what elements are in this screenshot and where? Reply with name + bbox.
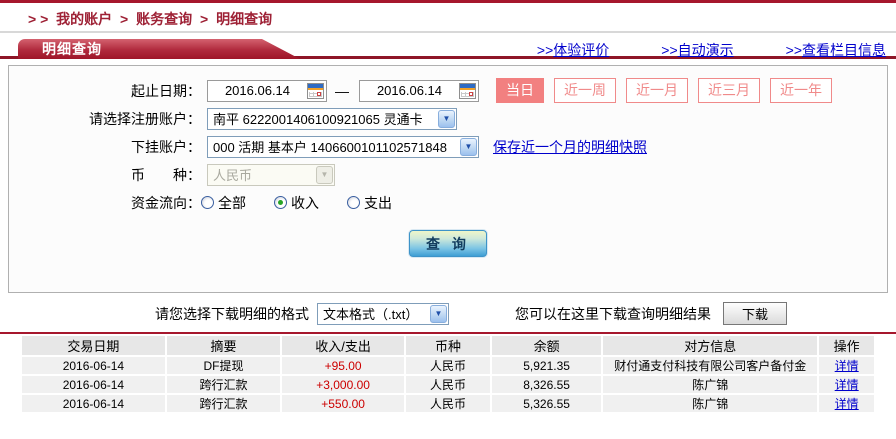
flow-option-expense-label: 支出 xyxy=(364,194,392,211)
date-range-dash: — xyxy=(335,82,349,99)
quick-range-week-button[interactable]: 近一周 xyxy=(554,78,616,103)
download-row: 请您选择下载明细的格式 文本格式（.txt） ▼ 您可以在这里下载查询明细结果 … xyxy=(0,302,896,325)
quick-range-year-button[interactable]: 近一年 xyxy=(770,78,832,103)
radio-checked-icon[interactable] xyxy=(274,196,287,209)
table-row: 2016-06-14 跨行汇款 +550.00 人民币 5,326.55 陈广锦… xyxy=(22,395,874,412)
cell-currency: 人民币 xyxy=(405,376,490,393)
cell-summary: 跨行汇款 xyxy=(166,376,281,393)
breadcrumb: > > 我的账户 > 账务查询 > 明细查询 xyxy=(0,3,896,31)
cell-balance: 8,326.55 xyxy=(491,376,602,393)
page-title: 明细查询 xyxy=(18,39,300,59)
cell-summary: 跨行汇款 xyxy=(166,395,281,412)
radio-unchecked-icon[interactable] xyxy=(201,196,214,209)
currency-value: 人民币 xyxy=(213,168,253,183)
cell-currency: 人民币 xyxy=(405,357,490,374)
cell-summary: DF提现 xyxy=(166,357,281,374)
cell-date: 2016-06-14 xyxy=(22,357,165,374)
cell-date: 2016-06-14 xyxy=(22,376,165,393)
cell-amount: +3,000.00 xyxy=(282,376,404,393)
flow-option-income-label: 收入 xyxy=(291,194,319,211)
cell-counterparty: 财付通支付科技有限公司客户备付金 xyxy=(603,357,818,374)
breadcrumb-prefix: > > xyxy=(28,11,49,27)
start-date-field[interactable]: 2016.06.14 xyxy=(207,79,327,102)
register-account-select[interactable]: 南平 6222001406100921065 灵通卡 ▼ xyxy=(207,107,457,130)
date-range-label: 起止日期： xyxy=(131,82,201,99)
sub-account-select[interactable]: 000 活期 基本户 1406600101102571848 ▼ xyxy=(207,135,479,158)
quick-range-quarter-button[interactable]: 近三月 xyxy=(698,78,760,103)
sub-account-value: 000 活期 基本户 1406600101102571848 xyxy=(213,140,447,155)
header-amount: 收入/支出 xyxy=(282,336,404,355)
download-button[interactable]: 下载 xyxy=(723,302,787,325)
cell-balance: 5,921.35 xyxy=(491,357,602,374)
sub-account-label: 下挂账户： xyxy=(131,138,201,155)
calendar-icon[interactable] xyxy=(307,82,324,99)
cell-amount: +550.00 xyxy=(282,395,404,412)
flow-option-income[interactable]: 收入 xyxy=(274,193,319,213)
register-account-label: 请选择注册账户： xyxy=(89,110,201,127)
flow-direction-label: 资金流向： xyxy=(131,194,201,211)
divider xyxy=(0,31,896,33)
end-date-field[interactable]: 2016.06.14 xyxy=(359,79,479,102)
header-balance: 余额 xyxy=(491,336,602,355)
query-form-panel: 起止日期： 2016.06.14 — 2016.06.14 当日 近一周 近一月… xyxy=(8,65,888,293)
end-date-value[interactable]: 2016.06.14 xyxy=(360,83,459,98)
radio-unchecked-icon[interactable] xyxy=(347,196,360,209)
table-row: 2016-06-14 DF提现 +95.00 人民币 5,921.35 财付通支… xyxy=(22,357,874,374)
breadcrumb-separator: > xyxy=(120,11,129,27)
flow-option-all-label: 全部 xyxy=(218,194,246,211)
download-hint: 您可以在这里下载查询明细结果 xyxy=(515,305,711,322)
currency-row: 币 种： 人民币 ▼ xyxy=(9,163,887,186)
dropdown-arrow-icon[interactable]: ▼ xyxy=(438,109,455,128)
currency-label: 币 种： xyxy=(131,166,201,183)
flow-option-all[interactable]: 全部 xyxy=(201,193,246,213)
download-format-value: 文本格式（.txt） xyxy=(323,307,419,322)
cell-amount: +95.00 xyxy=(282,357,404,374)
flow-option-expense[interactable]: 支出 xyxy=(347,193,392,213)
download-format-label: 请您选择下载明细的格式 xyxy=(155,305,309,322)
flow-direction-row: 资金流向： 全部 收入 支出 xyxy=(9,191,887,214)
header-currency: 币种 xyxy=(405,336,490,355)
dropdown-arrow-icon[interactable]: ▼ xyxy=(460,137,477,156)
table-row: 2016-06-14 跨行汇款 +3,000.00 人民币 8,326.55 陈… xyxy=(22,376,874,393)
sub-account-row: 下挂账户： 000 活期 基本户 1406600101102571848 ▼ 保… xyxy=(9,135,887,158)
breadcrumb-item-detail-query[interactable]: 明细查询 xyxy=(216,11,272,27)
calendar-icon[interactable] xyxy=(459,82,476,99)
dropdown-arrow-icon: ▼ xyxy=(316,165,333,184)
breadcrumb-item-account-query[interactable]: 账务查询 xyxy=(136,11,192,27)
auto-demo-link[interactable]: >>自动演示 xyxy=(661,40,733,60)
register-account-row: 请选择注册账户： 南平 6222001406100921065 灵通卡 ▼ xyxy=(9,107,887,130)
quick-range-today-button[interactable]: 当日 xyxy=(496,78,544,103)
table-header-row: 交易日期 摘要 收入/支出 币种 余额 对方信息 操作 xyxy=(22,336,874,355)
detail-link[interactable]: 详情 xyxy=(835,397,859,411)
cell-balance: 5,326.55 xyxy=(491,395,602,412)
cell-currency: 人民币 xyxy=(405,395,490,412)
start-date-value[interactable]: 2016.06.14 xyxy=(208,83,307,98)
transaction-table: 交易日期 摘要 收入/支出 币种 余额 对方信息 操作 2016-06-14 D… xyxy=(20,334,876,414)
section-header: 明细查询 >>体验评价 >>自动演示 >>查看栏目信息 xyxy=(0,39,896,59)
cell-counterparty: 陈广锦 xyxy=(603,395,818,412)
query-button-row: 查 询 xyxy=(9,230,887,257)
currency-select-disabled: 人民币 ▼ xyxy=(207,163,335,186)
register-account-value: 南平 6222001406100921065 灵通卡 xyxy=(213,112,423,127)
date-range-row: 起止日期： 2016.06.14 — 2016.06.14 当日 近一周 近一月… xyxy=(9,78,887,103)
cell-counterparty: 陈广锦 xyxy=(603,376,818,393)
quick-range-buttons: 当日 近一周 近一月 近三月 近一年 xyxy=(496,78,832,103)
save-snapshot-link[interactable]: 保存近一个月的明细快照 xyxy=(493,137,647,157)
header-summary: 摘要 xyxy=(166,336,281,355)
header-date: 交易日期 xyxy=(22,336,165,355)
column-info-link[interactable]: >>查看栏目信息 xyxy=(786,40,886,60)
header-counterparty: 对方信息 xyxy=(603,336,818,355)
breadcrumb-separator: > xyxy=(200,11,209,27)
breadcrumb-item-my-account[interactable]: 我的账户 xyxy=(56,11,112,27)
quick-range-month-button[interactable]: 近一月 xyxy=(626,78,688,103)
header-action: 操作 xyxy=(819,336,874,355)
dropdown-arrow-icon[interactable]: ▼ xyxy=(430,304,447,323)
download-format-select[interactable]: 文本格式（.txt） ▼ xyxy=(317,302,449,325)
header-links: >>体验评价 >>自动演示 >>查看栏目信息 xyxy=(537,40,886,60)
experience-review-link[interactable]: >>体验评价 xyxy=(537,40,609,60)
detail-link[interactable]: 详情 xyxy=(835,378,859,392)
query-button[interactable]: 查 询 xyxy=(409,230,487,257)
cell-date: 2016-06-14 xyxy=(22,395,165,412)
detail-link[interactable]: 详情 xyxy=(835,359,859,373)
